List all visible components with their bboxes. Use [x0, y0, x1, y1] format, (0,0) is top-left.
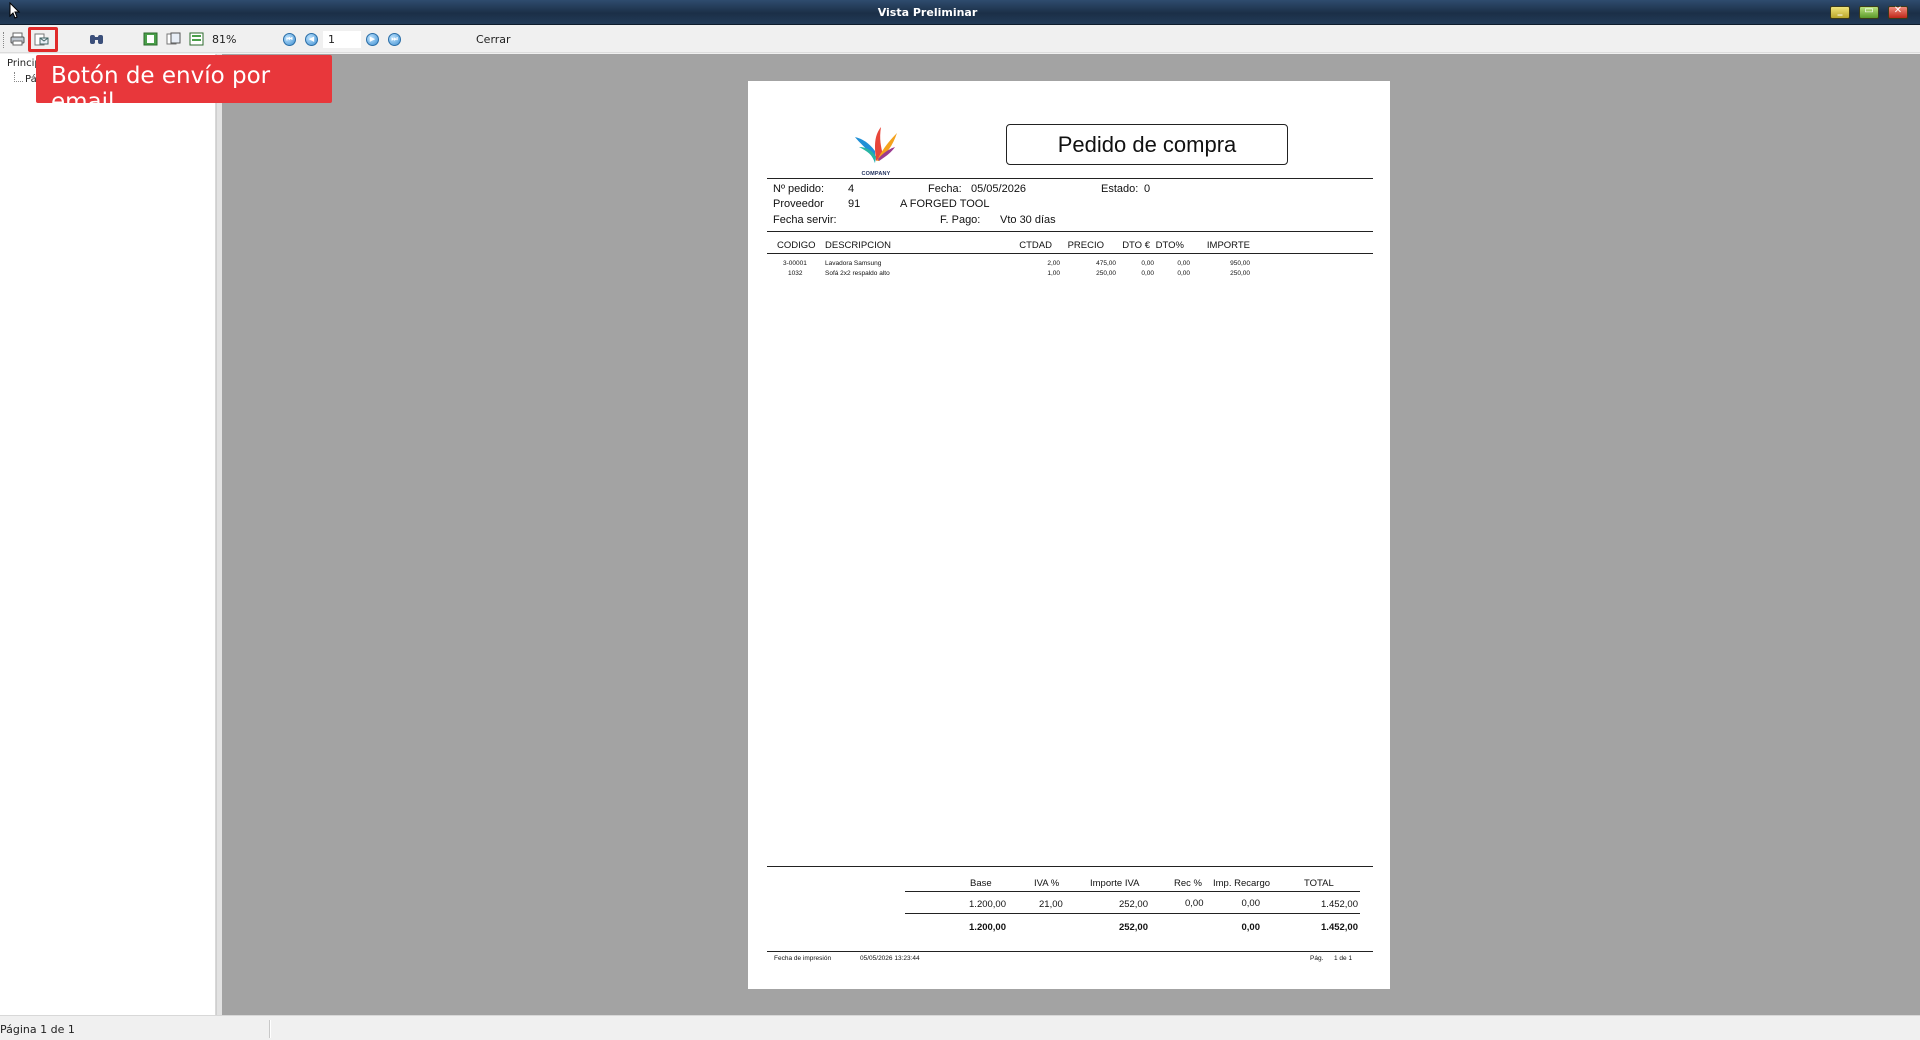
row-1-price: 475,00 — [1096, 260, 1116, 267]
totals-header-iva-amount: Importe IVA — [1090, 878, 1140, 889]
email-button-callout: Botón de envío por email — [36, 55, 332, 115]
row-2-price: 250,00 — [1096, 270, 1116, 277]
toolbar: 81% ⏮ ◀ 1 ▶ ⏭ Cerrar — [0, 25, 1920, 53]
minimize-button[interactable]: _ — [1830, 5, 1850, 19]
totals-header-rec-pct: Rec % — [1174, 878, 1202, 889]
col-header-code: CODIGO — [777, 240, 816, 251]
company-logo-icon — [855, 127, 897, 163]
row-2-code: 1032 — [788, 270, 803, 277]
last-page-button[interactable]: ⏭ — [388, 33, 401, 46]
print-date-label: Fecha de impresión — [774, 955, 832, 962]
preview-area[interactable]: COMPANY Pedido de compra Nº pedido: 4 Fe… — [222, 54, 1920, 1015]
title-bar: Vista Preliminar _ ▭ ✕ — [0, 0, 1920, 25]
sum-iva-amount: 252,00 — [1118, 922, 1148, 933]
order-label: Nº pedido: — [773, 183, 825, 195]
outline-pane: Princip Pá — [0, 54, 216, 1015]
totals-total: 1.452,00 — [1321, 899, 1358, 910]
status-bar: Página 1 de 1 — [0, 1015, 1920, 1040]
maximize-button[interactable]: ▭ — [1859, 5, 1879, 19]
status-page-text: Página 1 de 1 — [0, 1023, 75, 1036]
row-1-amount: 950,00 — [1230, 260, 1250, 267]
page-number-input[interactable]: 1 — [322, 30, 362, 49]
totals-iva-amount: 252,00 — [1118, 899, 1148, 910]
find-icon[interactable] — [89, 32, 104, 46]
supplier-name: A FORGED TOOL — [900, 198, 990, 210]
sum-total: 1.452,00 — [1321, 922, 1358, 933]
col-header-price: PRECIO — [1067, 240, 1104, 251]
close-window-button[interactable]: ✕ — [1888, 5, 1908, 19]
order-value: 4 — [848, 183, 855, 195]
payment-label: F. Pago: — [940, 214, 981, 226]
status-value: 0 — [1144, 183, 1151, 195]
items-header-rule — [767, 253, 1373, 254]
col-header-discount-pct: DTO% — [1155, 240, 1184, 251]
email-button-highlight — [28, 27, 58, 52]
col-header-description: DESCRIPCION — [825, 240, 891, 251]
totals-base: 1.200,00 — [969, 899, 1006, 910]
close-button[interactable]: Cerrar — [476, 33, 511, 46]
row-1-description: Lavadora Samsung — [825, 260, 882, 267]
first-page-button[interactable]: ⏮ — [283, 33, 296, 46]
row-1-discount-pct: 0,00 — [1177, 260, 1190, 267]
totals-sum-rule — [905, 913, 1360, 914]
page-value: 1 de 1 — [1334, 955, 1353, 962]
totals-top-rule — [767, 866, 1373, 867]
tree-child-item[interactable]: Pá — [25, 74, 37, 85]
row-1-discount-eur: 0,00 — [1141, 260, 1154, 267]
status-separator — [269, 1020, 271, 1038]
toolbar-grip[interactable] — [3, 32, 5, 48]
page-label: Pág. — [1310, 955, 1324, 962]
totals-header-rec-amount: Imp. Recargo — [1213, 878, 1271, 889]
row-2-quantity: 1,00 — [1047, 270, 1060, 277]
items-top-rule — [767, 231, 1373, 232]
supplier-id: 91 — [848, 198, 861, 210]
row-2-discount-eur: 0,00 — [1141, 270, 1154, 277]
serve-date-label: Fecha servir: — [773, 214, 837, 226]
page-width-icon[interactable] — [189, 32, 204, 46]
totals-header-rule — [905, 891, 1360, 892]
header-rule — [767, 178, 1373, 179]
date-value: 05/05/2026 — [971, 183, 1027, 195]
totals-header-total: TOTAL — [1304, 878, 1334, 889]
zoom-value[interactable]: 81% — [212, 33, 236, 46]
next-page-button[interactable]: ▶ — [366, 33, 379, 46]
totals-header-base: Base — [970, 878, 992, 889]
status-label: Estado: — [1101, 183, 1139, 195]
document-title: Pedido de compra — [1006, 124, 1288, 165]
previous-page-button[interactable]: ◀ — [305, 33, 318, 46]
print-date-value: 05/05/2026 13:23:44 — [860, 955, 920, 962]
col-header-quantity: CTDAD — [1019, 240, 1052, 251]
row-2-description: Sofá 2x2 respaldo alto — [825, 270, 890, 277]
document-page: COMPANY Pedido de compra Nº pedido: 4 Fe… — [748, 81, 1390, 989]
footer-rule — [767, 951, 1373, 952]
col-header-amount: IMPORTE — [1206, 240, 1250, 251]
date-label: Fecha: — [928, 183, 962, 195]
sum-base: 1.200,00 — [969, 922, 1006, 933]
row-1-quantity: 2,00 — [1047, 260, 1060, 267]
tree-connector — [14, 72, 23, 82]
sum-rec-amount: 0,00 — [1241, 922, 1261, 933]
totals-rec-amount: 0,00 — [1241, 898, 1261, 909]
row-1-code: 3-00001 — [783, 260, 807, 267]
logo-text: COMPANY — [861, 171, 891, 177]
totals-header-iva-pct: IVA % — [1034, 878, 1060, 889]
window-title: Vista Preliminar — [877, 6, 978, 19]
row-2-discount-pct: 0,00 — [1177, 270, 1190, 277]
multi-page-icon[interactable] — [166, 32, 181, 46]
single-page-icon[interactable] — [143, 32, 158, 46]
row-2-amount: 250,00 — [1230, 270, 1250, 277]
payment-value: Vto 30 días — [1000, 214, 1056, 226]
print-icon[interactable] — [10, 32, 25, 46]
supplier-label: Proveedor — [773, 198, 824, 210]
